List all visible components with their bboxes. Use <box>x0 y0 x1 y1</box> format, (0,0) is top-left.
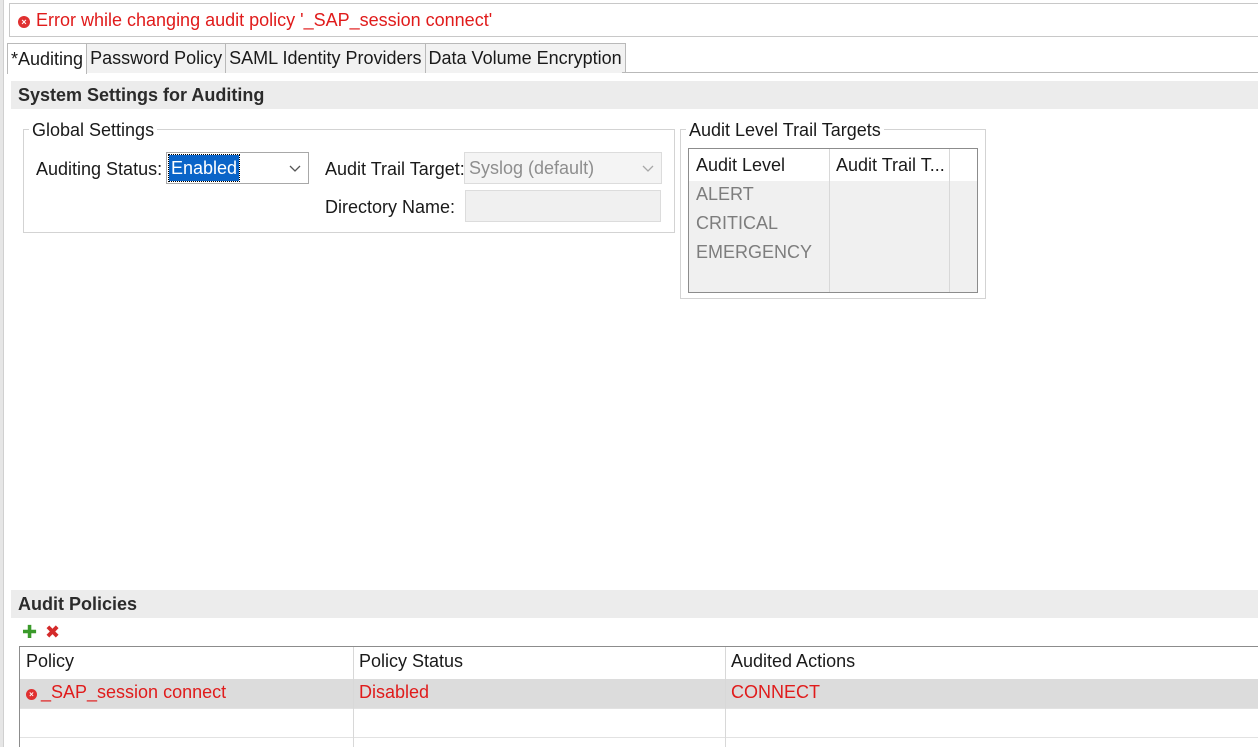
audit-trail-target-label: Audit Trail Target: <box>325 159 465 179</box>
column-divider <box>353 647 354 747</box>
tab-saml-identity-providers[interactable]: SAML Identity Providers <box>225 43 426 73</box>
column-header-policy[interactable]: Policy <box>26 651 74 672</box>
delete-icon[interactable]: ✖ <box>45 623 60 641</box>
audit-policies-table[interactable]: Policy Policy Status Audited Actions × _… <box>19 646 1258 747</box>
audited-actions-cell: CONNECT <box>731 682 820 702</box>
error-icon: × <box>18 16 30 28</box>
add-icon[interactable]: ✚ <box>22 623 37 641</box>
auditing-status-value: Enabled <box>167 154 241 182</box>
table-row[interactable]: ALERT <box>696 184 754 205</box>
auditing-status-dropdown[interactable]: Enabled <box>166 152 309 184</box>
tab-divider <box>622 72 1258 73</box>
column-header-policy-status[interactable]: Policy Status <box>359 651 463 672</box>
row-divider <box>20 737 1258 738</box>
audit-trail-target-value: Syslog (default) <box>469 158 595 178</box>
window-edge <box>0 0 4 747</box>
table-row[interactable]: × _SAP_session connect Disabled CONNECT <box>20 679 1258 708</box>
column-divider <box>829 149 830 292</box>
audit-level-table[interactable]: Audit Level Audit Trail T... ALERT CRITI… <box>688 148 978 293</box>
error-message: Error while changing audit policy '_SAP_… <box>36 9 493 30</box>
tab-bar: *Auditing Password Policy SAML Identity … <box>7 43 626 74</box>
audit-level-targets-title: Audit Level Trail Targets <box>686 120 884 141</box>
tab-auditing[interactable]: *Auditing <box>7 43 88 74</box>
policy-name-cell: _SAP_session connect <box>41 682 227 702</box>
chevron-down-icon <box>289 165 301 172</box>
policy-status-cell: Disabled <box>359 682 430 702</box>
column-header-audit-level[interactable]: Audit Level <box>696 155 785 176</box>
table-row[interactable]: CRITICAL <box>696 213 778 234</box>
auditing-status-label: Auditing Status: <box>36 159 163 179</box>
column-divider <box>725 647 726 747</box>
table-row[interactable]: EMERGENCY <box>696 242 812 263</box>
tab-password-policy[interactable]: Password Policy <box>86 43 227 73</box>
error-bar: × Error while changing audit policy '_SA… <box>9 3 1258 37</box>
system-settings-header: System Settings for Auditing <box>11 81 1258 109</box>
audit-policies-table-header: Policy Policy Status Audited Actions <box>20 647 1258 679</box>
audit-trail-target-dropdown[interactable]: Syslog (default) <box>464 152 662 184</box>
audit-level-table-body: ALERT CRITICAL EMERGENCY <box>689 181 977 292</box>
column-header-audit-trail-target[interactable]: Audit Trail T... <box>836 155 945 176</box>
error-icon: × <box>26 689 37 700</box>
global-settings-title: Global Settings <box>29 120 158 141</box>
tab-data-volume-encryption[interactable]: Data Volume Encryption <box>424 43 626 73</box>
row-divider <box>20 708 1258 709</box>
chevron-down-icon <box>642 165 654 172</box>
directory-name-field[interactable] <box>465 190 661 222</box>
audit-policies-header: Audit Policies <box>11 590 1258 618</box>
column-divider <box>949 149 950 292</box>
directory-name-label: Directory Name: <box>325 197 456 217</box>
audit-level-table-header: Audit Level Audit Trail T... <box>689 149 977 181</box>
column-header-audited-actions[interactable]: Audited Actions <box>731 651 855 672</box>
